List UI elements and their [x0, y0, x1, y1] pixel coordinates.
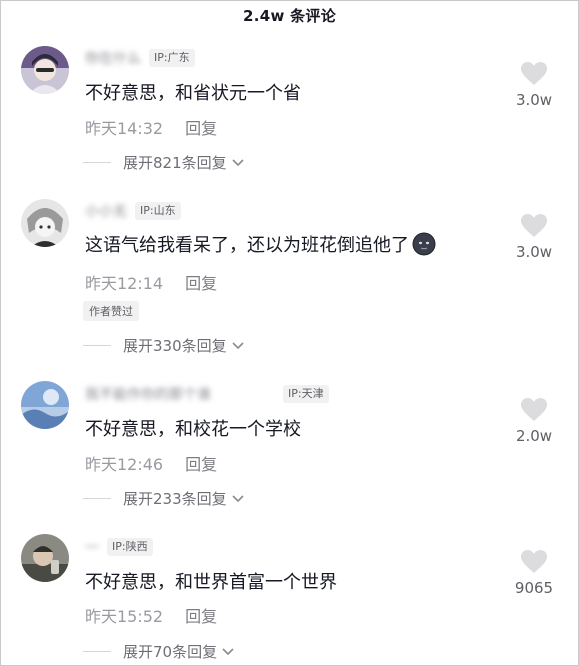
comment-count-title: 2.4w 条评论: [242, 7, 337, 25]
comment-text-content: 这语气给我看呆了，还以为班花倒追他了: [85, 235, 409, 256]
expand-replies-label: 展开330条回复: [123, 337, 227, 355]
comment-time: 昨天14:32: [85, 119, 164, 138]
heart-icon[interactable]: [520, 549, 548, 574]
avatar[interactable]: [21, 199, 69, 247]
ip-location-tag: IP:广东: [149, 49, 195, 67]
comment-meta: 昨天15:52 回复: [85, 603, 217, 627]
username[interactable]: 我不能作你的那个谁: [85, 384, 275, 404]
comment-text: 不好意思，和世界首富一个世界: [85, 568, 337, 594]
comment-meta: 昨天12:46 回复: [85, 451, 217, 475]
heart-icon[interactable]: [520, 213, 548, 238]
comment-time: 昨天12:46: [85, 455, 164, 474]
comment-time: 昨天12:14: [85, 274, 164, 293]
comment-meta: 昨天12:14 回复: [85, 270, 217, 294]
reply-button[interactable]: 回复: [185, 607, 217, 626]
expand-replies-label: 展开233条回复: [123, 490, 227, 508]
expand-replies-button[interactable]: 展开233条回复: [83, 488, 245, 509]
divider-line: [83, 498, 111, 499]
like-count: 9065: [514, 579, 554, 597]
reply-button[interactable]: 回复: [185, 119, 217, 138]
avatar[interactable]: [21, 46, 69, 94]
reply-button[interactable]: 回复: [185, 274, 217, 293]
like-block: 3.0w: [504, 61, 564, 109]
username[interactable]: 你在什么: [85, 48, 141, 68]
like-block: 3.0w: [504, 213, 564, 261]
ip-location-tag: IP:山东: [135, 202, 181, 220]
chevron-down-icon: [232, 158, 244, 166]
like-count: 3.0w: [515, 243, 553, 261]
user-row: 你在什么 IP:广东: [85, 48, 195, 68]
avatar[interactable]: [21, 534, 69, 582]
author-liked-badge: 作者赞过: [83, 301, 139, 321]
heart-icon[interactable]: [520, 397, 548, 422]
username[interactable]: 一: [85, 537, 99, 557]
ip-location-tag: IP:天津: [283, 385, 329, 403]
dark-smirk-emoji-icon: [412, 232, 436, 256]
divider-line: [83, 651, 111, 652]
comment-time: 昨天15:52: [85, 607, 164, 626]
reply-button[interactable]: 回复: [185, 455, 217, 474]
username[interactable]: 小小无: [85, 201, 127, 221]
comments-panel: 2.4w 条评论 你在什么 IP:广东 不好意思，和省状元一个省 昨天14:32…: [0, 0, 579, 666]
like-block: 2.0w: [504, 397, 564, 445]
like-count: 2.0w: [515, 427, 553, 445]
expand-replies-button[interactable]: 展开330条回复: [83, 335, 245, 356]
comment-text-content: 不好意思，和省状元一个省: [85, 83, 301, 104]
like-block: 9065: [504, 549, 564, 597]
heart-icon[interactable]: [520, 61, 548, 86]
avatar[interactable]: [21, 381, 69, 429]
expand-replies-button[interactable]: 展开70条回复: [83, 641, 235, 662]
user-row: 我不能作你的那个谁 IP:天津: [85, 384, 329, 404]
like-count: 3.0w: [515, 91, 553, 109]
user-row: 一 IP:陕西: [85, 537, 153, 557]
chevron-down-icon: [232, 494, 244, 502]
comment-meta: 昨天14:32 回复: [85, 115, 217, 139]
chevron-down-icon: [232, 341, 244, 349]
expand-replies-label: 展开821条回复: [123, 154, 227, 172]
expand-replies-label: 展开70条回复: [123, 643, 218, 661]
comment-text: 这语气给我看呆了，还以为班花倒追他了: [85, 231, 436, 257]
comment-text-content: 不好意思，和世界首富一个世界: [85, 572, 337, 593]
comment-text-content: 不好意思，和校花一个学校: [85, 419, 301, 440]
divider-line: [83, 162, 111, 163]
chevron-down-icon: [222, 647, 234, 655]
user-row: 小小无 IP:山东: [85, 201, 181, 221]
comment-text: 不好意思，和校花一个学校: [85, 415, 301, 441]
expand-replies-button[interactable]: 展开821条回复: [83, 152, 245, 173]
ip-location-tag: IP:陕西: [107, 538, 153, 556]
comment-text: 不好意思，和省状元一个省: [85, 79, 301, 105]
divider-line: [83, 345, 111, 346]
